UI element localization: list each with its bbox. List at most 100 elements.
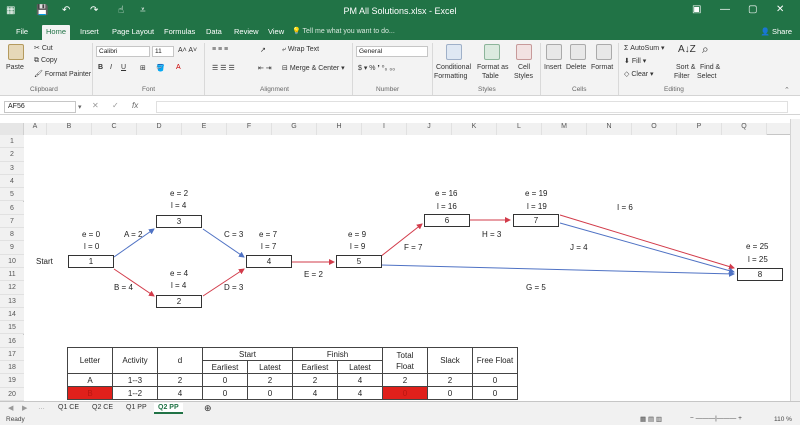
copy-button[interactable]: ⧉ Copy (34, 57, 57, 65)
fill-color-icon[interactable]: 🪣 (156, 64, 165, 72)
cell-total-float[interactable]: 2 (382, 373, 428, 387)
cell-finish-earliest[interactable]: 4 (292, 386, 338, 400)
cell-styles-label-2[interactable]: Styles (514, 73, 533, 80)
sheet-tab-q1-ce[interactable]: Q1 CE (54, 403, 83, 412)
format-as-table-label-1[interactable]: Format as (477, 64, 509, 71)
fill-button[interactable]: ⬇ Fill ▾ (624, 57, 646, 65)
tab-data[interactable]: Data (206, 27, 222, 36)
format-as-table-icon[interactable] (484, 44, 500, 60)
cut-button[interactable]: ✂ Cut (34, 44, 53, 52)
format-cells-button[interactable]: Format (591, 64, 613, 71)
cell-activity[interactable]: 1--2 (112, 386, 158, 400)
cell-slack[interactable]: 2 (427, 373, 473, 387)
align-top-icon[interactable]: ≡ ≡ ≡ (212, 46, 228, 53)
header-start-latest[interactable]: Latest (247, 360, 293, 374)
header-letter[interactable]: Letter (67, 347, 113, 374)
insert-function-icon[interactable]: fx (132, 101, 138, 110)
header-activity[interactable]: Activity (112, 347, 158, 374)
ribbon-display-icon[interactable]: ▣ (692, 4, 701, 15)
cell-styles-icon[interactable] (516, 44, 532, 60)
find-select-label-2[interactable]: Select (697, 73, 716, 80)
find-select-label-1[interactable]: Find & (700, 64, 720, 71)
header-d[interactable]: d (157, 347, 203, 374)
cell-start-earliest[interactable]: 0 (202, 386, 248, 400)
grow-shrink-font-icon[interactable]: A˄ A˅ (178, 47, 197, 54)
borders-icon[interactable]: ⊞ (140, 64, 146, 72)
merge-center-button[interactable]: ⊟ Merge & Center ▾ (282, 64, 345, 72)
formula-input[interactable] (156, 101, 788, 113)
tell-me-search[interactable]: 💡 Tell me what you want to do... (292, 27, 395, 35)
insert-cells-icon[interactable] (546, 44, 562, 60)
worksheet-grid[interactable]: ABCDEFGHIJKLMNOPQ 1 2 3 4 5 6 7 8 9 10 11 12 13 14 15 1… (0, 119, 790, 401)
conditional-formatting-label-2[interactable]: Formatting (434, 73, 467, 80)
sort-filter-icon[interactable]: A↓Z (678, 44, 696, 55)
autosum-button[interactable]: Σ AutoSum ▾ (624, 44, 665, 52)
zoom-level[interactable]: 110 % (774, 416, 792, 423)
zoom-slider[interactable]: − ———|——— + (690, 415, 742, 422)
cell-start-latest[interactable]: 0 (247, 386, 293, 400)
share-button[interactable]: 👤 Share (761, 27, 792, 36)
header-finish-latest[interactable]: Latest (337, 360, 383, 374)
scroll-sheets-right-icon[interactable]: ▶ (18, 403, 31, 413)
tab-insert[interactable]: Insert (80, 27, 99, 36)
collapse-ribbon-icon[interactable]: ⌃ (784, 86, 790, 94)
font-size-select[interactable]: 11 (152, 46, 174, 57)
indent-icon[interactable]: ⇤ ⇥ (258, 64, 272, 72)
align-left-icon[interactable]: ☰ ☰ ☰ (212, 64, 235, 72)
tab-formulas[interactable]: Formulas (164, 27, 195, 36)
cell-letter[interactable]: A (67, 373, 113, 387)
cell-start-earliest[interactable]: 0 (202, 373, 248, 387)
italic-button[interactable]: I (110, 64, 112, 71)
sort-filter-label-1[interactable]: Sort & (676, 64, 695, 71)
minimize-button[interactable]: — (720, 4, 730, 15)
cell-free-float[interactable]: 0 (472, 386, 518, 400)
maximize-button[interactable]: ▢ (748, 4, 757, 15)
search-icon[interactable]: ⌕ (702, 42, 709, 57)
header-finish-earliest[interactable]: Earliest (292, 360, 338, 374)
header-slack[interactable]: Slack (427, 347, 473, 374)
cell-total-float[interactable]: 0 (382, 386, 428, 400)
cell-finish-latest[interactable]: 4 (337, 386, 383, 400)
cell-letter[interactable]: B (67, 386, 113, 400)
cell-d[interactable]: 2 (157, 373, 203, 387)
clear-button[interactable]: ◇ Clear ▾ (624, 70, 654, 78)
cell-styles-label-1[interactable]: Cell (518, 64, 530, 71)
more-sheets-icon[interactable]: … (34, 403, 49, 412)
paste-icon[interactable] (8, 44, 24, 60)
header-free-float[interactable]: Free Float (472, 347, 518, 374)
tab-review[interactable]: Review (234, 27, 259, 36)
sort-filter-label-2[interactable]: Filter (674, 73, 690, 80)
sheet-tab-q2-pp[interactable]: Q2 PP (154, 403, 183, 414)
number-format-select[interactable]: General (356, 46, 428, 57)
format-painter-button[interactable]: 🖌 Format Painter (34, 70, 91, 78)
underline-button[interactable]: U (121, 64, 126, 71)
header-start-earliest[interactable]: Earliest (202, 360, 248, 374)
tab-home[interactable]: Home (42, 25, 71, 40)
orientation-icon[interactable]: ↗ (260, 46, 266, 54)
cancel-entry-icon[interactable]: ✕ (92, 101, 99, 110)
view-mode-icons[interactable]: ▦ ▤ ▥ (640, 415, 662, 423)
currency-percent-comma-icons[interactable]: $ ▾ % ❜ ⁰₀ ₀₀ (358, 64, 395, 72)
cell-d[interactable]: 4 (157, 386, 203, 400)
scroll-sheets-left-icon[interactable]: ◀ (4, 403, 17, 413)
tab-view[interactable]: View (268, 27, 284, 36)
cell-finish-earliest[interactable]: 2 (292, 373, 338, 387)
conditional-formatting-label-1[interactable]: Conditional (436, 64, 471, 71)
delete-cells-button[interactable]: Delete (566, 64, 586, 71)
header-start[interactable]: Start (202, 347, 293, 361)
close-button[interactable]: ✕ (776, 4, 784, 15)
cell-free-float[interactable]: 0 (472, 373, 518, 387)
tab-page-layout[interactable]: Page Layout (112, 27, 154, 36)
insert-cells-button[interactable]: Insert (544, 64, 562, 71)
delete-cells-icon[interactable] (570, 44, 586, 60)
format-cells-icon[interactable] (596, 44, 612, 60)
format-as-table-label-2[interactable]: Table (482, 73, 499, 80)
name-box-dropdown-icon[interactable]: ▾ (78, 103, 82, 111)
tab-file[interactable]: File (16, 27, 28, 36)
paste-button[interactable]: Paste (6, 64, 24, 71)
wrap-text-button[interactable]: ⤶ Wrap Text (282, 46, 319, 54)
cell-finish-latest[interactable]: 4 (337, 373, 383, 387)
bold-button[interactable]: B (98, 64, 103, 71)
confirm-entry-icon[interactable]: ✓ (112, 101, 119, 110)
cell-slack[interactable]: 0 (427, 386, 473, 400)
